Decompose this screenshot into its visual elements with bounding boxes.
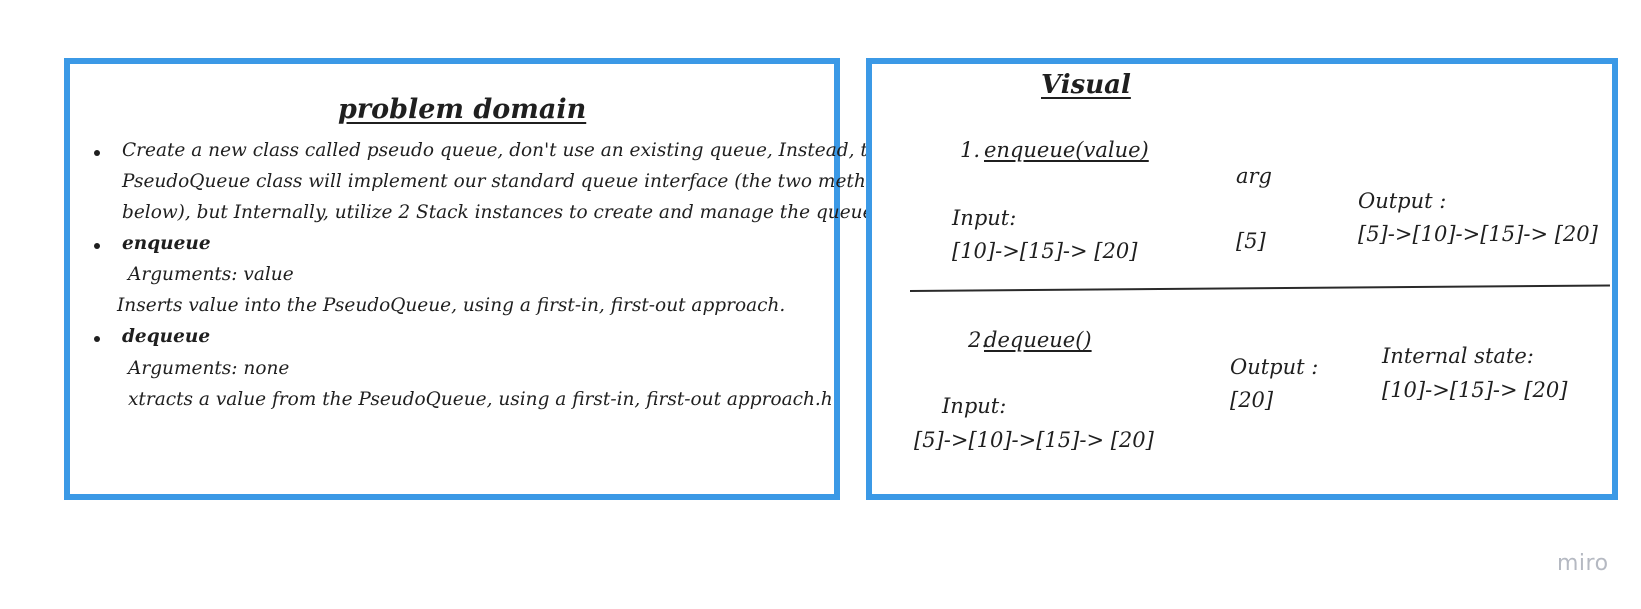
enqueue-input-value: [10]->[15]-> [20] (952, 239, 1138, 263)
enqueue-arguments: Arguments: value (128, 264, 294, 285)
description-line-1: Create a new class called pseudo queue, … (122, 140, 896, 161)
description-line-2: PseudoQueue class will implement our sta… (122, 171, 956, 192)
bullet-enqueue (94, 243, 100, 249)
dequeue-output-value: [20] (1230, 388, 1274, 412)
dequeue-step-label: dequeue() (984, 328, 1092, 352)
miro-watermark: miro (1557, 551, 1609, 576)
enqueue-arg-label: arg (1236, 164, 1273, 188)
dequeue-input-label: Input: (942, 394, 1007, 418)
problem-domain-title: problem domain (338, 94, 587, 125)
dequeue-input-value: [5]->[10]->[15]-> [20] (914, 428, 1154, 452)
enqueue-output-label: Output : (1358, 189, 1447, 213)
bullet-dequeue (94, 336, 100, 342)
enqueue-step-number: 1. (960, 138, 981, 162)
dequeue-output-label: Output : (1230, 355, 1319, 379)
enqueue-step-label: enqueue(value) (984, 138, 1149, 162)
description-line-3: below), but Internally, utilize 2 Stack … (122, 202, 880, 223)
visual-title: Visual (1041, 70, 1131, 100)
dequeue-method-name: dequeue (122, 326, 211, 347)
dequeue-arguments: Arguments: none (128, 358, 290, 379)
dequeue-state-value: [10]->[15]-> [20] (1382, 378, 1568, 402)
dequeue-description: xtracts a value from the PseudoQueue, us… (128, 389, 833, 410)
dequeue-state-label: Internal state: (1382, 344, 1534, 368)
enqueue-arg-value: [5] (1236, 229, 1266, 253)
enqueue-output-value: [5]->[10]->[15]-> [20] (1358, 222, 1598, 246)
enqueue-input-label: Input: (952, 206, 1017, 230)
enqueue-description: Inserts value into the PseudoQueue, usin… (117, 295, 786, 316)
enqueue-method-name: enqueue (122, 233, 211, 254)
bullet-description (94, 150, 100, 156)
